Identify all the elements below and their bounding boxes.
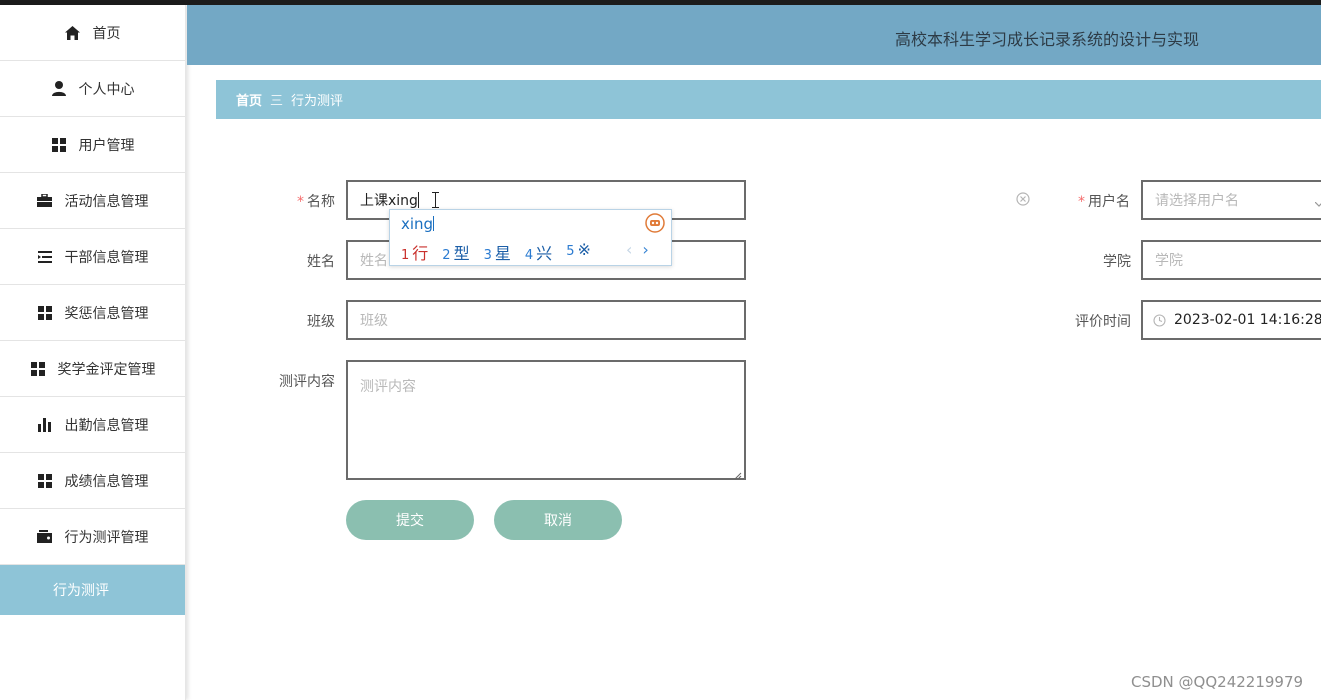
content-placeholder: 测评内容 [360, 379, 416, 395]
grid-icon [30, 361, 46, 377]
ime-candidate[interactable]: 1行 [401, 240, 428, 264]
clock-icon [1153, 313, 1166, 327]
sidebar-item-label: 奖惩信息管理 [64, 305, 149, 322]
grid-icon [37, 305, 53, 321]
ime-candidate[interactable]: 5 ※ [566, 240, 591, 264]
breadcrumb-home[interactable]: 首页 [236, 90, 262, 109]
ime-prev-icon[interactable]: ‹ [626, 240, 632, 259]
sidebar-item-attendance-management[interactable]: 出勤信息管理 [0, 397, 185, 453]
sidebar-item-label: 成绩信息管理 [64, 473, 149, 490]
breadcrumb: 首页 三 行为测评 [216, 80, 1321, 119]
class-field[interactable]: 班级 [346, 300, 746, 340]
content-textarea[interactable]: 测评内容 [346, 360, 746, 480]
sidebar-item-label: 首页 [92, 25, 121, 42]
chevron-down-icon [1314, 196, 1321, 212]
realname-placeholder: 姓名 [360, 253, 388, 269]
eval-time-value: 2023-02-01 14:16:28 [1174, 312, 1321, 328]
ime-candidate[interactable]: 4兴 [525, 240, 552, 264]
grid-icon [37, 473, 53, 489]
ime-next-icon[interactable]: › [642, 240, 648, 259]
sidebar: 首页 个人中心 用户管理 活动信息管理 干部信息管理 奖惩信息管理 奖学金评定管… [0, 5, 186, 700]
required-mark: * [297, 194, 304, 210]
sidebar-item-home[interactable]: 首页 [0, 5, 185, 61]
sidebar-item-label: 出勤信息管理 [64, 417, 149, 434]
sidebar-item-activity-management[interactable]: 活动信息管理 [0, 173, 185, 229]
sidebar-item-label: 行为测评管理 [64, 529, 149, 546]
wallet-icon [37, 529, 53, 545]
breadcrumb-current: 行为测评 [291, 94, 344, 109]
eval-time-picker[interactable]: 2023-02-01 14:16:28 [1141, 300, 1321, 340]
sidebar-item-behavior-eval[interactable]: 行为测评 [0, 565, 185, 615]
ime-pinyin: xing [401, 215, 435, 233]
username-placeholder: 请选择用户名 [1155, 193, 1239, 209]
ime-candidates: 1行 2型 3星 4兴 5 ※ [401, 240, 591, 264]
ime-pager: ‹ › [626, 240, 649, 259]
sidebar-item-scholarship-management[interactable]: 奖学金评定管理 [0, 341, 185, 397]
college-placeholder: 学院 [1155, 253, 1183, 269]
class-label: 班级 [307, 314, 335, 330]
clear-icon[interactable] [1016, 192, 1030, 206]
username-select[interactable]: 请选择用户名 [1141, 180, 1321, 220]
list-icon [37, 249, 53, 265]
ime-candidate[interactable]: 3星 [484, 240, 511, 264]
college-field[interactable]: 学院 [1141, 240, 1321, 280]
username-label: * 用户名 [1078, 194, 1130, 210]
content-label: 测评内容 [279, 374, 335, 390]
realname-label: 姓名 [307, 254, 335, 270]
name-field-value: 上课xing [360, 193, 418, 209]
ime-logo-icon[interactable] [645, 213, 665, 233]
sidebar-item-label: 用户管理 [78, 137, 135, 154]
app-header: 高校本科生学习成长记录系统的设计与实现 [187, 5, 1321, 65]
ime-candidate-window: xing 1行 2型 3星 4兴 5 ※ ‹ › [389, 209, 672, 266]
name-label: * 名称 [297, 194, 335, 210]
briefcase-icon [37, 193, 53, 209]
sidebar-item-label: 干部信息管理 [64, 249, 149, 266]
sidebar-item-reward-punishment-management[interactable]: 奖惩信息管理 [0, 285, 185, 341]
sidebar-item-grade-management[interactable]: 成绩信息管理 [0, 453, 185, 509]
class-placeholder: 班级 [360, 313, 388, 329]
breadcrumb-separator: 三 [270, 94, 284, 109]
grid-icon [51, 137, 67, 153]
sidebar-item-behavior-eval-management[interactable]: 行为测评管理 [0, 509, 185, 565]
sidebar-item-user-management[interactable]: 用户管理 [0, 117, 185, 173]
required-mark: * [1078, 194, 1085, 210]
text-cursor [417, 192, 419, 208]
sidebar-item-cadre-management[interactable]: 干部信息管理 [0, 229, 185, 285]
bar-chart-icon [37, 417, 53, 433]
eval-time-label: 评价时间 [1075, 314, 1131, 330]
watermark: CSDN @QQ242219979 [1131, 673, 1304, 691]
app-title: 高校本科生学习成长记录系统的设计与实现 [895, 30, 1200, 49]
submit-button[interactable]: 提交 [346, 500, 474, 540]
ime-candidate[interactable]: 2型 [442, 240, 469, 264]
sidebar-item-label: 活动信息管理 [64, 193, 149, 210]
college-label: 学院 [1103, 254, 1131, 270]
home-icon [65, 25, 81, 41]
sidebar-item-label: 个人中心 [78, 81, 135, 98]
user-icon [51, 81, 67, 97]
sidebar-item-label: 奖学金评定管理 [57, 361, 156, 378]
sidebar-item-label: 行为测评 [53, 583, 109, 599]
resize-grip-icon[interactable] [734, 468, 742, 480]
cancel-button[interactable]: 取消 [494, 500, 622, 540]
sidebar-item-personal-center[interactable]: 个人中心 [0, 61, 185, 117]
